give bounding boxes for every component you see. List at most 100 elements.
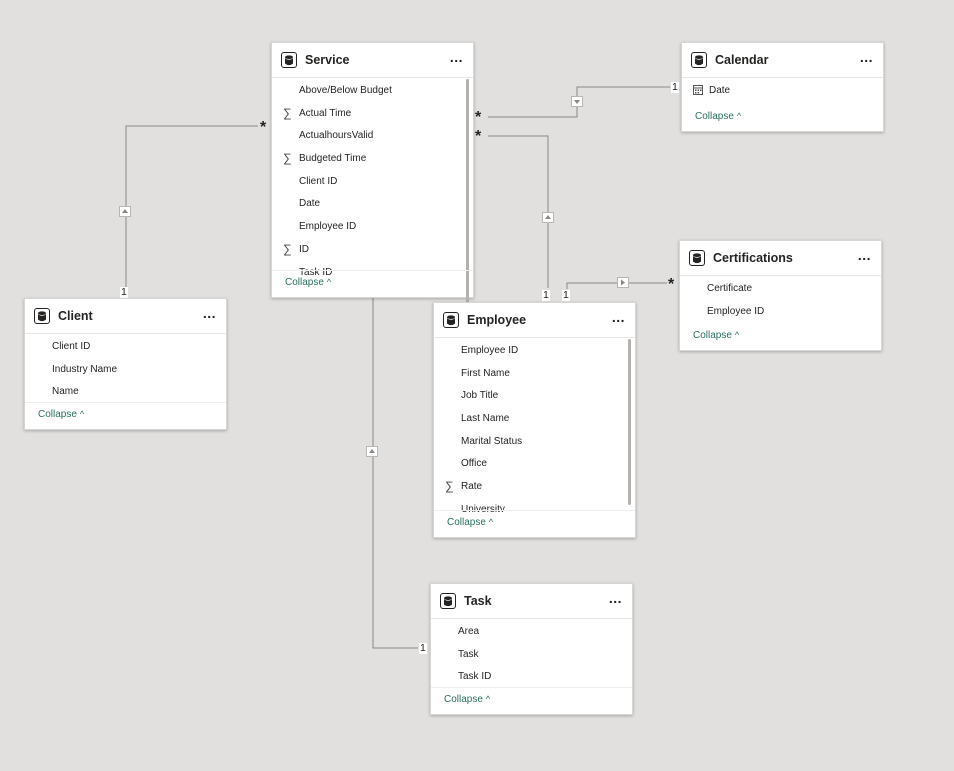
cardinality-one: 1	[671, 81, 679, 93]
collapse-button[interactable]: Collapse ^	[447, 517, 493, 528]
collapse-button[interactable]: Collapse ^	[693, 330, 739, 341]
filter-direction-up-icon[interactable]	[119, 206, 131, 217]
collapse-button[interactable]: Collapse ^	[444, 694, 490, 705]
table-footer: Collapse ^	[434, 510, 635, 537]
field-list[interactable]: Area Task Task ID	[431, 619, 632, 691]
field-row[interactable]: ∑ Budgeted Time	[272, 148, 473, 171]
table-card-calendar[interactable]: Calendar ... Date Collapse ^	[681, 42, 884, 132]
table-header[interactable]: Task ...	[431, 584, 632, 619]
filter-direction-up-icon[interactable]	[366, 446, 378, 457]
field-row[interactable]: ∑ ID	[272, 239, 473, 262]
more-options-button[interactable]: ...	[203, 305, 216, 321]
more-options-button[interactable]: ...	[858, 247, 871, 263]
sum-icon: ∑	[283, 105, 292, 120]
field-row[interactable]: ∑ Actual Time	[272, 103, 473, 126]
table-header[interactable]: Certifications ...	[680, 241, 881, 276]
table-card-service[interactable]: Service ... Above/Below Budget ∑ Actual Ti…	[271, 42, 474, 305]
field-name: Budgeted Time	[299, 153, 367, 165]
field-row[interactable]: Last Name	[434, 408, 635, 431]
table-title: Client	[58, 309, 93, 323]
field-name: Office	[461, 458, 487, 470]
field-row[interactable]: Task	[431, 644, 632, 667]
table-card-client[interactable]: Client ... Client ID Industry Name Name Co…	[24, 298, 227, 430]
field-row[interactable]: Client ID	[25, 336, 226, 359]
field-row[interactable]: Industry Name	[25, 359, 226, 382]
field-row[interactable]: ActualhoursValid	[272, 125, 473, 148]
cardinality-one: 1	[542, 289, 550, 301]
filter-direction-up-icon[interactable]	[542, 212, 554, 223]
sum-icon: ∑	[445, 479, 454, 494]
relationship-service-task	[372, 298, 418, 649]
more-options-button[interactable]: ...	[609, 590, 622, 606]
field-name: Task	[458, 648, 479, 660]
table-card-task[interactable]: Task ... Area Task Task ID Collapse ^	[430, 583, 633, 715]
chevron-up-icon: ^	[488, 517, 494, 527]
field-name: Client ID	[299, 175, 338, 187]
field-name: Employee ID	[461, 345, 519, 356]
more-options-button[interactable]: ...	[612, 309, 625, 325]
model-canvas[interactable]: * * * * 1 1 1 1 1 Service ... Above/Belo…	[0, 0, 954, 771]
field-name: Industry Name	[52, 363, 118, 375]
cardinality-many: *	[260, 119, 267, 136]
collapse-button[interactable]: Collapse ^	[285, 277, 331, 288]
table-card-employee[interactable]: Employee ... Employee ID First Name Job Ti…	[433, 302, 636, 538]
field-row[interactable]: Client ID	[272, 171, 473, 194]
table-footer: Collapse ^	[682, 105, 883, 131]
field-row[interactable]: Marital Status	[434, 431, 635, 454]
table-icon	[691, 52, 707, 68]
field-name: Last Name	[461, 413, 510, 425]
table-footer: Collapse ^	[25, 402, 226, 429]
field-list[interactable]: Employee ID First Name Job Title Last Name M…	[434, 338, 635, 512]
cardinality-many: *	[475, 128, 482, 145]
collapse-button[interactable]: Collapse ^	[38, 409, 84, 420]
field-list[interactable]: Client ID Industry Name Name	[25, 334, 226, 406]
field-row[interactable]: Name	[25, 381, 226, 404]
field-row[interactable]: Employee ID	[434, 340, 635, 363]
field-name: Job Title	[461, 390, 499, 402]
table-header[interactable]: Employee ...	[434, 303, 635, 338]
field-name: ID	[299, 243, 309, 255]
more-options-button[interactable]: ...	[450, 49, 463, 65]
table-icon	[689, 250, 705, 266]
field-row[interactable]: Employee ID	[680, 301, 881, 324]
field-name: First Name	[461, 367, 510, 379]
table-card-certifications[interactable]: Certifications ... Certificate Employee I…	[679, 240, 882, 351]
field-list[interactable]: Certificate Employee ID	[680, 276, 881, 328]
field-name: Above/Below Budget	[299, 85, 392, 96]
table-header[interactable]: Client ...	[25, 299, 226, 334]
field-row[interactable]: Office	[434, 453, 635, 476]
table-title: Certifications	[713, 251, 793, 265]
scrollbar[interactable]	[628, 339, 631, 505]
field-row[interactable]: Area	[431, 621, 632, 644]
cardinality-many: *	[668, 276, 675, 293]
field-row[interactable]: Above/Below Budget	[272, 80, 473, 103]
chevron-up-icon: ^	[79, 409, 85, 419]
field-row[interactable]: Job Title	[434, 385, 635, 408]
table-header[interactable]: Calendar ...	[682, 43, 883, 78]
table-title: Employee	[467, 313, 527, 327]
table-icon	[34, 308, 50, 324]
field-row[interactable]: First Name	[434, 363, 635, 386]
field-row[interactable]: ∑ Rate	[434, 476, 635, 499]
field-name: Employee ID	[707, 305, 765, 317]
filter-direction-right-icon[interactable]	[617, 277, 629, 288]
sum-icon: ∑	[283, 151, 292, 166]
filter-direction-down-icon[interactable]	[571, 96, 583, 107]
field-row[interactable]: Certificate	[680, 278, 881, 301]
chevron-up-icon: ^	[326, 277, 332, 287]
cardinality-one: 1	[120, 286, 128, 298]
cardinality-many: *	[475, 109, 482, 126]
field-row[interactable]: Date	[272, 193, 473, 216]
sum-icon: ∑	[283, 241, 292, 256]
field-list[interactable]: Above/Below Budget ∑ Actual Time Actualhour…	[272, 78, 473, 275]
collapse-button[interactable]: Collapse ^	[695, 111, 741, 122]
table-header[interactable]: Service ...	[272, 43, 473, 78]
field-name: Name	[52, 386, 79, 398]
table-icon	[443, 312, 459, 328]
table-footer: Collapse ^	[431, 687, 632, 714]
more-options-button[interactable]: ...	[860, 49, 873, 65]
field-row[interactable]: Date	[682, 80, 883, 103]
field-row[interactable]: Employee ID	[272, 216, 473, 239]
field-row[interactable]: Task ID	[431, 666, 632, 689]
cardinality-one: 1	[562, 289, 570, 301]
